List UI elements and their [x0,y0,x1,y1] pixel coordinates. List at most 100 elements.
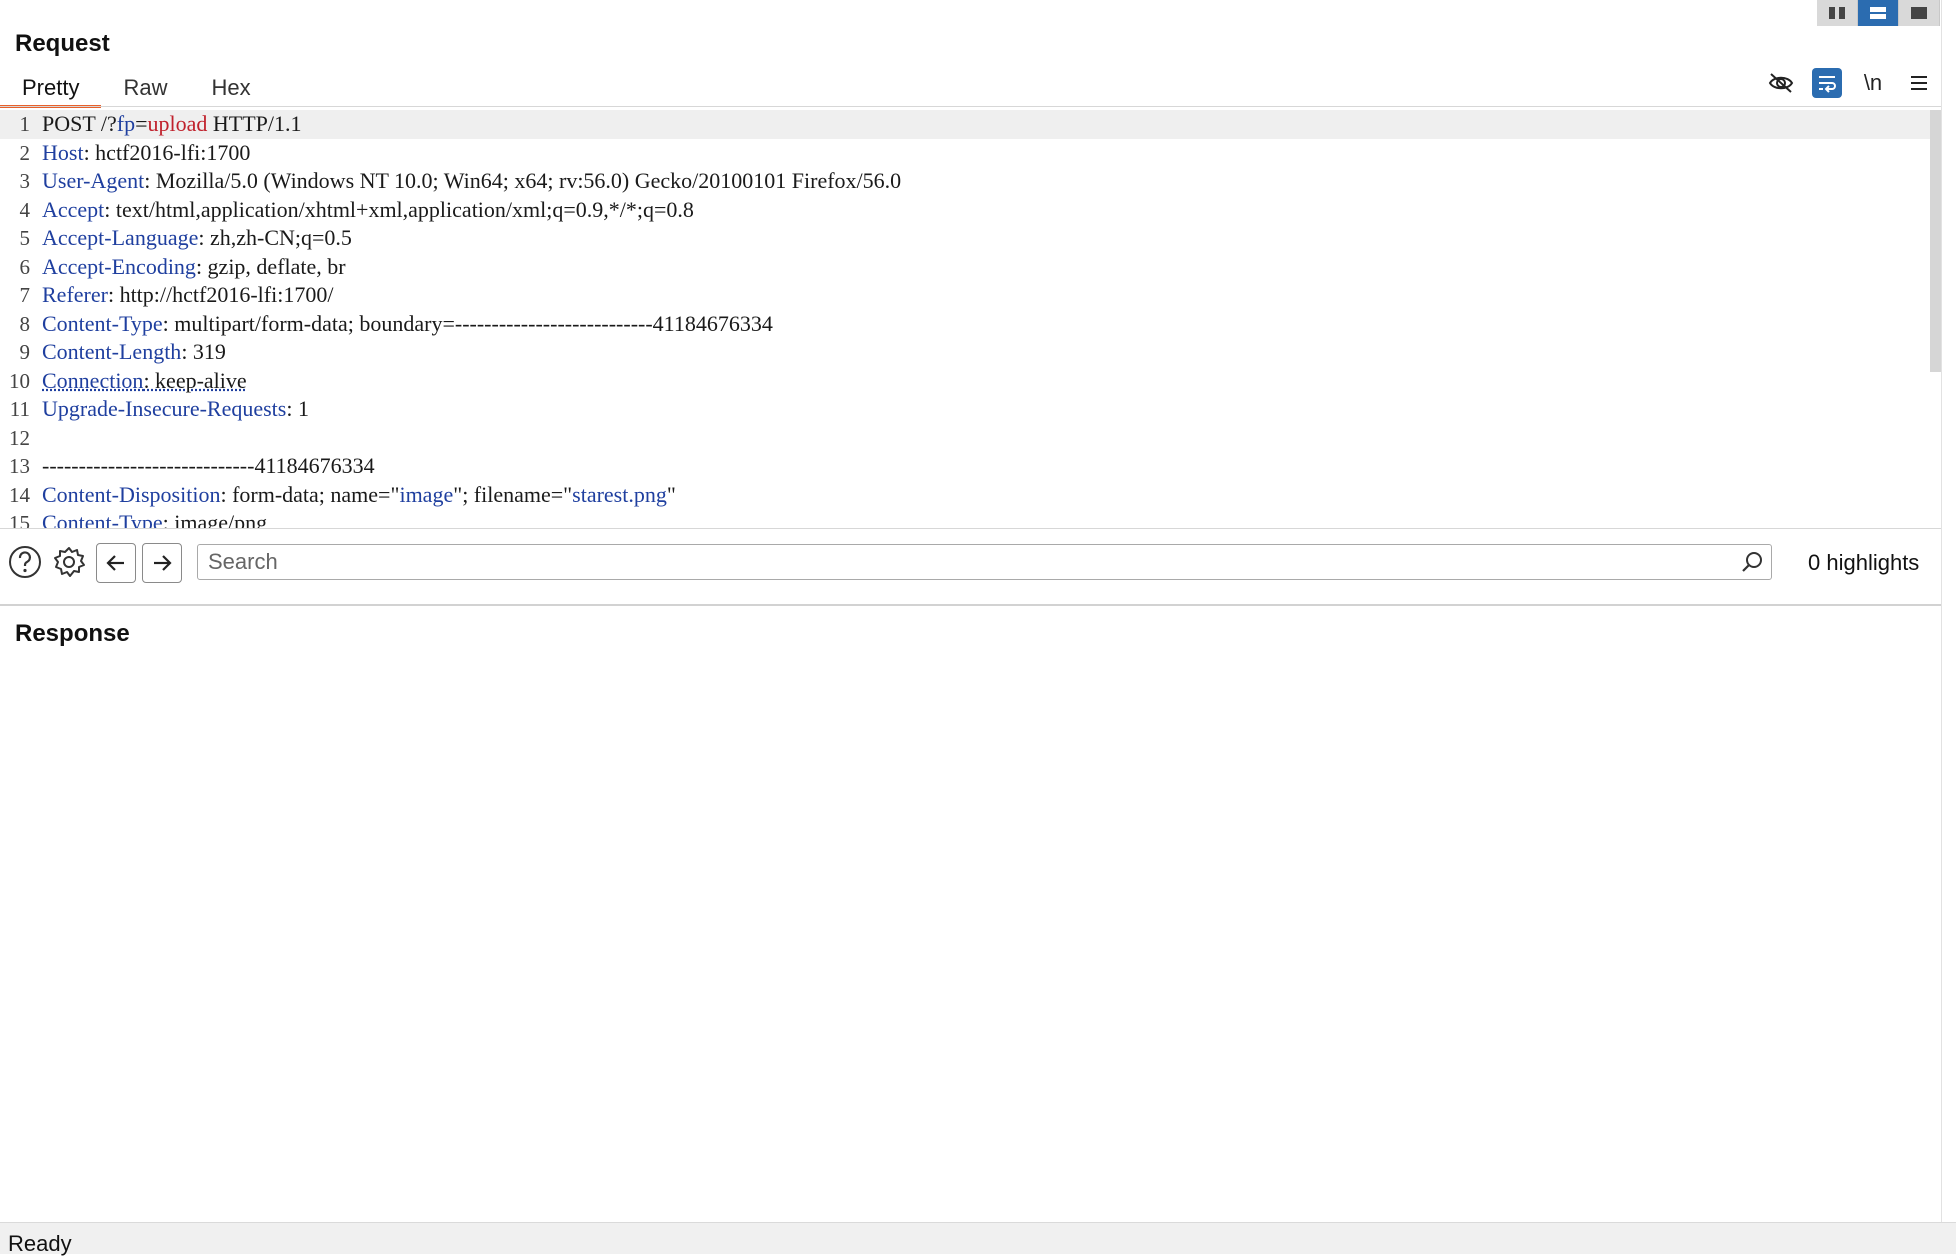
line-number: 9 [0,338,42,367]
line-number: 1 [0,110,42,139]
line-number: 5 [0,224,42,253]
line-text: Host: hctf2016-lfi:1700 [42,139,250,168]
code-token: : 1 [286,396,309,421]
code-line[interactable]: 3 User-Agent: Mozilla/5.0 (Windows NT 10.… [0,167,1930,196]
hide-eye-icon[interactable] [1766,68,1796,98]
code-token: Referer [42,282,108,307]
code-token: Accept-Encoding [42,254,196,279]
editor-toolbar: \n [1766,68,1934,98]
line-text: Accept: text/html,application/xhtml+xml,… [42,196,694,225]
code-token: fp [117,111,135,136]
code-line[interactable]: 1 POST /?fp=upload HTTP/1.1 [0,110,1930,139]
code-token: : keep-alive [143,368,246,393]
code-line[interactable]: 5 Accept-Language: zh,zh-CN;q=0.5 [0,224,1930,253]
line-number: 10 [0,367,42,396]
word-wrap-icon[interactable] [1812,68,1842,98]
search-input[interactable] [197,544,1772,580]
request-panel-title: Request [15,30,110,58]
code-line[interactable]: 2 Host: hctf2016-lfi:1700 [0,139,1930,168]
tab-raw[interactable]: Raw [101,70,189,106]
code-token: = [135,111,147,136]
line-number: 13 [0,452,42,481]
line-number: 8 [0,310,42,339]
single-pane-icon [1910,6,1928,20]
settings-gear-icon[interactable] [50,543,88,581]
code-token: starest.png [572,482,667,507]
tab-pretty[interactable]: Pretty [0,70,101,106]
code-line[interactable]: 13 -----------------------------411846763… [0,452,1930,481]
line-text: Content-Type: image/png [42,509,267,528]
layout-stacked-button[interactable] [1858,0,1899,26]
line-number: 15 [0,509,42,528]
line-number: 2 [0,139,42,168]
line-number: 4 [0,196,42,225]
code-token: -----------------------------41184676334 [42,453,375,478]
line-number: 6 [0,253,42,282]
code-token: Content-Type [42,311,163,336]
code-line[interactable]: 4 Accept: text/html,application/xhtml+xml… [0,196,1930,225]
highlights-count: 0 highlights [1808,550,1919,576]
code-token: Connection [42,368,143,393]
code-token: " [667,482,676,507]
code-line[interactable]: 15 Content-Type: image/png [0,509,1930,528]
next-match-button[interactable] [142,543,182,583]
code-token: HTTP/1.1 [207,111,301,136]
line-text: -----------------------------41184676334 [42,452,375,481]
columns-icon [1828,6,1846,20]
arrow-left-icon [105,552,127,574]
rows-icon [1869,6,1887,20]
request-code-editor[interactable]: 1 POST /?fp=upload HTTP/1.1 2 Host: hctf201… [0,110,1930,528]
line-text: Content-Length: 319 [42,338,226,367]
code-token: : image/png [163,510,267,528]
code-token: image [399,482,453,507]
code-token: Content-Type [42,510,163,528]
line-text: Referer: http://hctf2016-lfi:1700/ [42,281,333,310]
code-line[interactable]: 6 Accept-Encoding: gzip, deflate, br [0,253,1930,282]
code-token: : text/html,application/xhtml+xml,applic… [104,197,694,222]
code-token: upload [148,111,208,136]
right-edge-strip [1941,0,1956,1222]
code-line[interactable]: 12 [0,424,1930,453]
code-token: : Mozilla/5.0 (Windows NT 10.0; Win64; x… [144,168,901,193]
pane-divider[interactable] [0,604,1946,606]
line-text: POST /?fp=upload HTTP/1.1 [42,110,302,139]
layout-toggle-group [1817,0,1940,26]
code-line[interactable]: 9 Content-Length: 319 [0,338,1930,367]
line-text: Accept-Encoding: gzip, deflate, br [42,253,346,282]
help-icon[interactable] [6,543,44,581]
code-line[interactable]: 10 Connection: keep-alive [0,367,1930,396]
tab-hex[interactable]: Hex [189,70,272,106]
code-token: Content-Length [42,339,181,364]
code-token: Accept-Language [42,225,198,250]
menu-icon[interactable] [1904,68,1934,98]
status-text: Ready [8,1231,72,1257]
code-line[interactable]: 8 Content-Type: multipart/form-data; boun… [0,310,1930,339]
code-line[interactable]: 11 Upgrade-Insecure-Requests: 1 [0,395,1930,424]
status-bar: Ready [0,1222,1956,1254]
code-line[interactable]: 14 Content-Disposition: form-data; name="… [0,481,1930,510]
code-token: : multipart/form-data; boundary=--------… [163,311,773,336]
line-number: 12 [0,424,42,453]
response-panel-title: Response [15,620,130,648]
code-token: Host [42,140,84,165]
code-token: POST /? [42,111,117,136]
code-token: : http://hctf2016-lfi:1700/ [108,282,333,307]
code-token: Accept [42,197,104,222]
code-token: : form-data; name=" [220,482,399,507]
code-token: : gzip, deflate, br [196,254,346,279]
layout-single-button[interactable] [1899,0,1940,26]
arrow-right-icon [151,552,173,574]
line-text: Content-Type: multipart/form-data; bound… [42,310,773,339]
line-number: 14 [0,481,42,510]
code-token: Content-Disposition [42,482,220,507]
search-icon [1740,550,1764,574]
newline-icon[interactable]: \n [1858,68,1888,98]
request-tabs: Pretty Raw Hex [0,70,273,106]
tabs-divider [0,106,1946,107]
line-text: Content-Disposition: form-data; name="im… [42,481,676,510]
layout-side-by-side-button[interactable] [1817,0,1858,26]
line-number: 3 [0,167,42,196]
code-line[interactable]: 7 Referer: http://hctf2016-lfi:1700/ [0,281,1930,310]
code-token: User-Agent [42,168,144,193]
previous-match-button[interactable] [96,543,136,583]
